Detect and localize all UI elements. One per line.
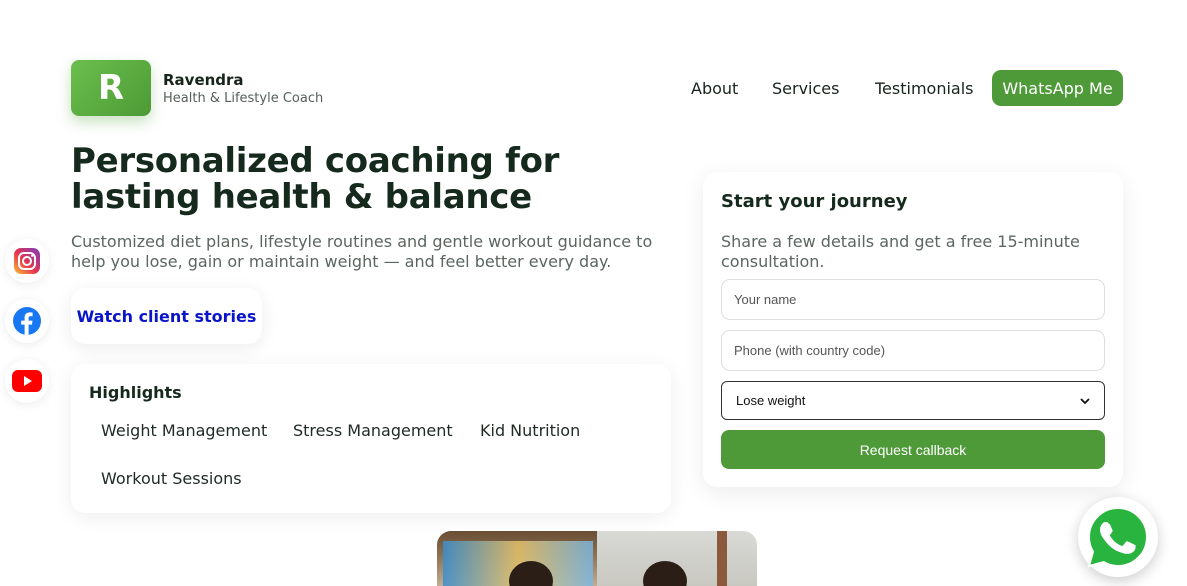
hero-subtitle: Customized diet plans, lifestyle routine… xyxy=(71,232,653,271)
client-photo-left xyxy=(437,531,597,586)
highlight-item: Stress Management xyxy=(293,421,453,440)
client-photo xyxy=(437,531,757,586)
nav-services[interactable]: Services xyxy=(772,79,839,98)
nav-testimonials[interactable]: Testimonials xyxy=(875,79,974,98)
hero-title: Personalized coaching for lasting health… xyxy=(71,141,560,217)
goal-select[interactable]: Lose weight xyxy=(721,381,1105,420)
callback-form-card: Start your journey Share a few details a… xyxy=(703,172,1123,487)
whatsapp-float-button[interactable] xyxy=(1078,497,1158,577)
brand-tagline: Health & Lifestyle Coach xyxy=(163,91,324,106)
logo[interactable]: R xyxy=(71,60,151,116)
phone-input[interactable] xyxy=(721,330,1105,371)
name-input[interactable] xyxy=(721,279,1105,320)
highlights-title: Highlights xyxy=(89,383,182,402)
highlights-card: Highlights Weight Management Stress Mana… xyxy=(71,364,671,513)
facebook-icon xyxy=(13,307,41,335)
whatsapp-me-button[interactable]: WhatsApp Me xyxy=(992,70,1123,106)
instagram-icon xyxy=(14,248,40,274)
nav-about[interactable]: About xyxy=(691,79,738,98)
youtube-icon xyxy=(12,370,42,392)
whatsapp-icon xyxy=(1087,506,1149,568)
form-subtitle: Share a few details and get a free 15-mi… xyxy=(721,232,1080,271)
watch-client-stories-button[interactable]: Watch client stories xyxy=(71,288,262,344)
highlight-item: Weight Management xyxy=(101,421,268,440)
instagram-link[interactable] xyxy=(5,239,49,283)
client-photo-right xyxy=(597,531,757,586)
brand-name: Ravendra xyxy=(163,71,244,89)
logo-letter: R xyxy=(97,68,125,108)
chevron-down-icon xyxy=(1080,397,1090,404)
request-callback-button[interactable]: Request callback xyxy=(721,430,1105,469)
youtube-link[interactable] xyxy=(5,359,49,403)
goal-select-value: Lose weight xyxy=(736,393,806,408)
highlight-item: Kid Nutrition xyxy=(480,421,581,440)
highlight-item: Workout Sessions xyxy=(101,469,242,488)
form-title: Start your journey xyxy=(721,191,908,212)
facebook-link[interactable] xyxy=(5,299,49,343)
